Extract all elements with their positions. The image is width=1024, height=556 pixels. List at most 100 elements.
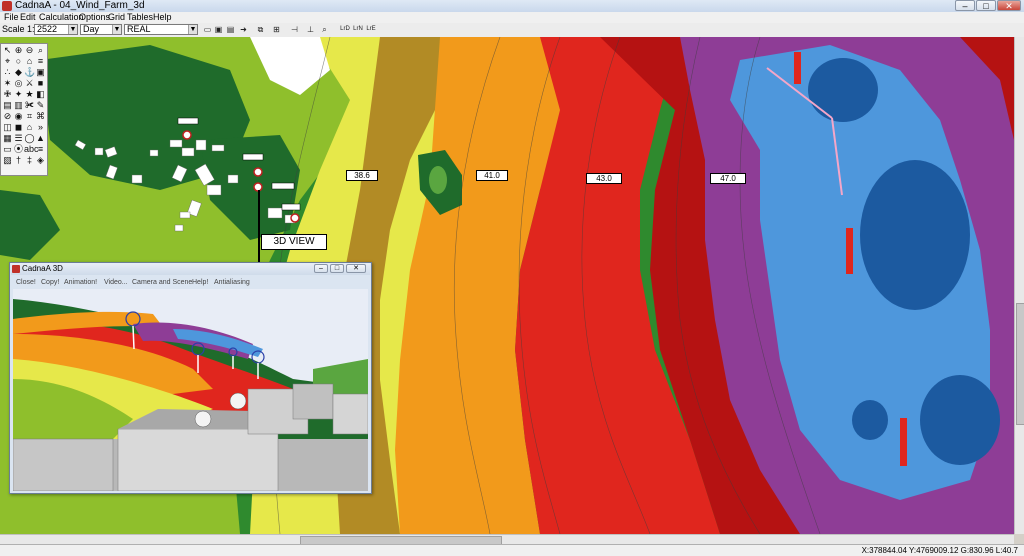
- 3d-menu-copy[interactable]: Copy!: [41, 278, 59, 287]
- dark-blue-zone: [860, 160, 970, 310]
- diamond-dot-icon[interactable]: ◈: [35, 155, 46, 166]
- lines-icon[interactable]: ≡: [35, 144, 46, 155]
- 3d-scene-viewport[interactable]: [13, 289, 368, 491]
- menu-options[interactable]: Options: [79, 12, 110, 23]
- sparkle-icon[interactable]: ✦: [13, 89, 24, 100]
- chevron-down-icon[interactable]: ▼: [188, 25, 197, 34]
- toolbar: Scale 1: 2522 ▼ Day ▼ REAL ▼ ▭ ▣ ▤ ➜ ⧉ ⊞…: [0, 23, 1024, 38]
- turbine-marker[interactable]: [846, 228, 853, 274]
- copy-icon[interactable]: ⧉: [256, 25, 265, 34]
- period-value: Day: [83, 24, 100, 34]
- scissors-icon[interactable]: ✀: [24, 100, 35, 111]
- scale-label: Scale 1:: [2, 24, 35, 34]
- 3d-window-menu: Close! Copy! Animation! Video... Camera …: [14, 278, 369, 287]
- diamond-icon[interactable]: ◆: [13, 67, 24, 78]
- half-square-icon[interactable]: ◧: [35, 89, 46, 100]
- contour-label-43: 43.0: [586, 173, 622, 184]
- turbine-marker[interactable]: [900, 418, 907, 466]
- zoom-icon[interactable]: ⌕: [320, 25, 329, 34]
- title-bar: CadnaA - 04_Wind_Farm_3d – □ ✕: [0, 0, 1024, 12]
- menu-calculation[interactable]: Calculation: [39, 12, 84, 23]
- 3d-menu-help[interactable]: Help!: [192, 278, 208, 287]
- menu-help[interactable]: Help: [153, 12, 172, 23]
- app-icon: [12, 265, 20, 273]
- period-combo[interactable]: Day ▼: [80, 24, 122, 35]
- anchor-icon[interactable]: ⚓: [24, 67, 35, 78]
- arrow-icon[interactable]: ➜: [239, 25, 248, 34]
- line-source-icon[interactable]: ≡: [35, 56, 46, 67]
- maximize-button[interactable]: □: [976, 0, 996, 11]
- house-icon[interactable]: ⌂: [24, 122, 35, 133]
- 3d-menu-camera[interactable]: Camera and Scene: [132, 278, 192, 287]
- chevron-down-icon[interactable]: ▼: [112, 25, 121, 34]
- mode-combo[interactable]: REAL ▼: [124, 24, 198, 35]
- panel-icon[interactable]: ◫: [2, 122, 13, 133]
- road-icon[interactable]: ⚔: [24, 78, 35, 89]
- area-source-icon[interactable]: ∴: [2, 67, 13, 78]
- zoom-out-icon[interactable]: ⊖: [24, 45, 35, 56]
- menu-edit[interactable]: Edit: [20, 12, 36, 23]
- print-icon[interactable]: ▤: [226, 25, 235, 34]
- 3d-maximize-button[interactable]: □: [330, 264, 344, 273]
- rect-icon[interactable]: ▭: [2, 144, 13, 155]
- cadnaa-3d-window[interactable]: CadnaA 3D – □ ✕ Close! Copy! Animation! …: [9, 262, 372, 494]
- triangle-icon[interactable]: ▲: [35, 133, 46, 144]
- vhatch-icon[interactable]: ▥: [13, 100, 24, 111]
- ruler-icon[interactable]: ⊥: [306, 25, 315, 34]
- diag-hatch-icon[interactable]: ▧: [2, 155, 13, 166]
- favorite-icon[interactable]: ★: [24, 89, 35, 100]
- turbine-marker[interactable]: [794, 52, 801, 84]
- 3d-menu-animation[interactable]: Animation!: [64, 278, 97, 287]
- grid-icon[interactable]: ⊞: [272, 25, 281, 34]
- hatch-icon[interactable]: ▤: [2, 100, 13, 111]
- lre-button[interactable]: LrE: [365, 25, 377, 34]
- contour-label-41: 41.0: [476, 170, 508, 181]
- box-icon[interactable]: ▣: [35, 67, 46, 78]
- dagger-icon[interactable]: †: [13, 155, 24, 166]
- scale-combo[interactable]: 2522 ▼: [34, 24, 78, 35]
- pencil-icon[interactable]: ✎: [35, 100, 46, 111]
- 3d-menu-antialiasing[interactable]: Antialiasing: [214, 278, 250, 287]
- solid-square-icon[interactable]: ◼: [13, 122, 24, 133]
- 3d-menu-video[interactable]: Video...: [104, 278, 128, 287]
- target-icon[interactable]: ◎: [13, 78, 24, 89]
- minimize-button[interactable]: –: [955, 0, 975, 11]
- cross-icon[interactable]: ✙: [2, 89, 13, 100]
- position-icon[interactable]: ⌗: [24, 111, 35, 122]
- forward-icon[interactable]: »: [35, 122, 46, 133]
- receiver-icon[interactable]: ○: [13, 56, 24, 67]
- menu-tool-icon[interactable]: ☰: [13, 133, 24, 144]
- 3d-menu-close[interactable]: Close!: [16, 278, 36, 287]
- 3d-close-button[interactable]: ✕: [346, 264, 366, 273]
- fisheye-icon[interactable]: ◉: [13, 111, 24, 122]
- close-button[interactable]: ✕: [997, 0, 1021, 11]
- window-title: CadnaA - 04_Wind_Farm_3d: [15, 0, 145, 11]
- text-icon[interactable]: abc: [24, 144, 39, 155]
- save-icon[interactable]: ▣: [214, 25, 223, 34]
- vertical-scroll-thumb[interactable]: [1016, 303, 1024, 425]
- command-icon[interactable]: ⌘: [35, 111, 46, 122]
- star-icon[interactable]: ✶: [2, 78, 13, 89]
- double-dagger-icon[interactable]: ‡: [24, 155, 35, 166]
- circle-icon[interactable]: ◯: [24, 133, 35, 144]
- chevron-down-icon[interactable]: ▼: [68, 25, 77, 34]
- point-source-icon[interactable]: ⌖: [2, 56, 13, 67]
- no-icon[interactable]: ⊘: [2, 111, 13, 122]
- zoom-window-icon[interactable]: ⌕: [35, 45, 46, 56]
- vertical-scrollbar[interactable]: [1014, 37, 1024, 534]
- menu-tables[interactable]: Tables: [127, 12, 153, 23]
- 3d-minimize-button[interactable]: –: [314, 264, 328, 273]
- zoom-in-icon[interactable]: ⊕: [13, 45, 24, 56]
- pointer-icon[interactable]: ↖: [2, 45, 13, 56]
- lrd-button[interactable]: LrD: [339, 25, 351, 34]
- barrier-icon[interactable]: ■: [35, 78, 46, 89]
- building-icon[interactable]: ⌂: [24, 56, 35, 67]
- open-icon[interactable]: ▭: [203, 25, 212, 34]
- menu-file[interactable]: File: [4, 12, 19, 23]
- grid-tool-icon[interactable]: ▦: [2, 133, 13, 144]
- dot-circle-icon[interactable]: ⦿: [13, 144, 24, 155]
- menu-grid[interactable]: Grid: [108, 12, 125, 23]
- level-icon[interactable]: ⊣: [290, 25, 299, 34]
- 3d-window-titlebar[interactable]: CadnaA 3D – □ ✕: [11, 263, 370, 275]
- lrn-button[interactable]: LrN: [352, 25, 364, 34]
